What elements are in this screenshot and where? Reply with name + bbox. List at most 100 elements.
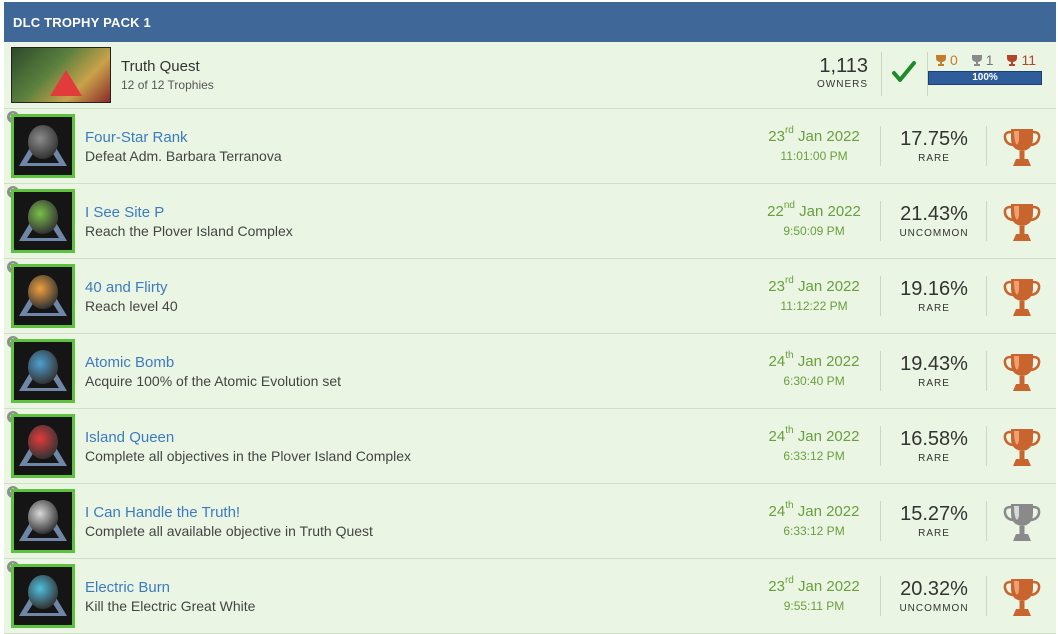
rarity-label: RARE — [918, 303, 950, 314]
divider — [986, 201, 987, 241]
trophy-row[interactable]: +I See Site PReach the Plover Island Com… — [4, 184, 1056, 259]
gold-trophy-icon — [935, 54, 946, 66]
divider — [986, 426, 987, 466]
earned-time: 9:55:11 PM — [783, 599, 845, 613]
trophy-row[interactable]: +40 and FlirtyReach level 4023rd Jan 202… — [4, 259, 1056, 334]
divider — [986, 351, 987, 391]
earned-month-year: Jan 2022 — [797, 428, 860, 445]
trophy-row[interactable]: +Electric BurnKill the Electric Great Wh… — [4, 559, 1056, 634]
earned-date: 23rd Jan 2022 9:55:11 PM — [759, 575, 869, 613]
trophy-rarity: 17.75% RARE — [898, 128, 970, 164]
rarity-label: RARE — [918, 153, 950, 164]
day-suffix: rd — [784, 125, 794, 136]
trophy-name-link[interactable]: Electric Burn — [85, 579, 255, 596]
earned-month-year: Jan 2022 — [799, 203, 861, 220]
trophy-name-link[interactable]: Atomic Bomb — [85, 354, 341, 371]
earned-time: 6:30:40 PM — [783, 374, 845, 388]
trophy-description: Reach level 40 — [85, 297, 178, 314]
trophy-description: Kill the Electric Great White — [85, 597, 256, 614]
rarity-percent: 17.75% — [900, 128, 968, 150]
owners-stat: 1,113 OWNERS — [817, 55, 868, 90]
divider — [880, 351, 881, 391]
divider — [880, 201, 881, 241]
silver-trophy-icon — [971, 54, 982, 66]
rarity-percent: 21.43% — [900, 203, 968, 225]
rarity-percent: 16.58% — [900, 428, 968, 450]
trophy-description: Reach the Plover Island Complex — [85, 222, 293, 239]
completion-progress-bar: 100% — [928, 71, 1042, 85]
completion-percent: 100% — [972, 72, 998, 83]
rarity-percent: 15.27% — [900, 503, 968, 525]
day-suffix: th — [785, 350, 794, 361]
divider — [880, 126, 881, 166]
trophy-rarity: 19.43% RARE — [898, 353, 970, 389]
earned-month-year: Jan 2022 — [797, 353, 860, 370]
bronze-trophy-icon — [1007, 54, 1018, 66]
owners-count: 1,113 — [819, 55, 868, 77]
trophy-group-header: DLC TROPHY PACK 1 — [4, 2, 1056, 42]
rarity-label: UNCOMMON — [899, 228, 969, 239]
total-count: 12 — [151, 78, 165, 92]
day-suffix: nd — [783, 200, 795, 211]
of-label: of — [137, 78, 148, 92]
earned-time: 6:33:12 PM — [783, 524, 845, 538]
bronze-trophy-icon — [1003, 129, 1041, 166]
trophy-name-link[interactable]: 40 and Flirty — [85, 279, 178, 296]
earned-date: 22nd Jan 2022 9:50:09 PM — [759, 200, 869, 238]
bronze-trophy-icon — [1003, 204, 1041, 241]
divider — [986, 501, 987, 541]
earned-time: 6:33:12 PM — [783, 449, 845, 463]
trophy-name-link[interactable]: Island Queen — [85, 429, 411, 446]
divider — [880, 576, 881, 616]
earned-month-year: Jan 2022 — [798, 278, 860, 295]
trophy-description: Complete all objectives in the Plover Is… — [85, 447, 412, 464]
bronze-trophy-icon — [1003, 354, 1041, 391]
earned-day: 23 — [768, 278, 785, 295]
trophy-rarity: 21.43% UNCOMMON — [898, 203, 970, 239]
trophy-row[interactable]: +Atomic BombAcquire 100% of the Atomic E… — [4, 334, 1056, 409]
trophy-name-link[interactable]: Four-Star Rank — [85, 129, 282, 146]
red-triangle-icon — [11, 414, 75, 478]
trophy-row[interactable]: +Four-Star RankDefeat Adm. Barbara Terra… — [4, 109, 1056, 184]
game-progress-text: 12 of 12 Trophies — [121, 78, 214, 92]
earned-month-year: Jan 2022 — [798, 578, 860, 595]
trophy-row[interactable]: +Island QueenComplete all objectives in … — [4, 409, 1056, 484]
trophy-row[interactable]: +I Can Handle the Truth!Complete all ava… — [4, 484, 1056, 559]
earned-day: 23 — [768, 578, 785, 595]
earned-time: 11:01:00 PM — [780, 149, 848, 163]
silver-trophy-icon — [1003, 504, 1041, 541]
earned-day: 22 — [767, 203, 784, 220]
earned-day: 24 — [768, 353, 786, 370]
officer-icon — [11, 114, 75, 178]
trophy-name-link[interactable]: I Can Handle the Truth! — [85, 504, 373, 521]
earned-time: 11:12:22 PM — [780, 299, 848, 313]
rarity-percent: 19.43% — [900, 353, 968, 375]
completed-check-icon — [892, 61, 916, 82]
earned-month-year: Jan 2022 — [797, 503, 860, 520]
bronze-trophy-icon — [1003, 579, 1041, 616]
trophy-info: Electric Burn Kill the Electric Great Whi… — [85, 579, 255, 614]
rarity-percent: 20.32% — [900, 578, 968, 600]
game-title: Truth Quest — [121, 58, 200, 75]
rarity-label: RARE — [918, 453, 950, 464]
divider — [880, 501, 881, 541]
trophy-description: Complete all available objective in Trut… — [85, 522, 373, 539]
day-suffix: th — [785, 425, 794, 436]
trophy-info: Island Queen Complete all objectives in t… — [85, 429, 411, 464]
day-suffix: rd — [784, 575, 794, 586]
rarity-label: RARE — [918, 528, 950, 539]
bronze-count: 11 — [1005, 52, 1036, 68]
level-40-icon — [11, 264, 75, 328]
earned-date: 23rd Jan 2022 11:01:00 PM — [759, 125, 869, 163]
bronze-trophy-icon — [1003, 429, 1041, 466]
game-info: Truth Quest 12 of 12 Trophies — [121, 58, 214, 92]
trophy-info: 40 and Flirty Reach level 40 — [85, 279, 178, 314]
radar-icon — [11, 189, 75, 253]
trophy-name-link[interactable]: I See Site P — [85, 204, 293, 221]
rarity-label: RARE — [918, 378, 950, 389]
gold-count: 0 — [934, 52, 958, 68]
trophy-description: Defeat Adm. Barbara Terranova — [85, 147, 282, 164]
day-suffix: rd — [784, 275, 794, 286]
divider — [880, 276, 881, 316]
game-thumbnail[interactable] — [11, 47, 111, 103]
